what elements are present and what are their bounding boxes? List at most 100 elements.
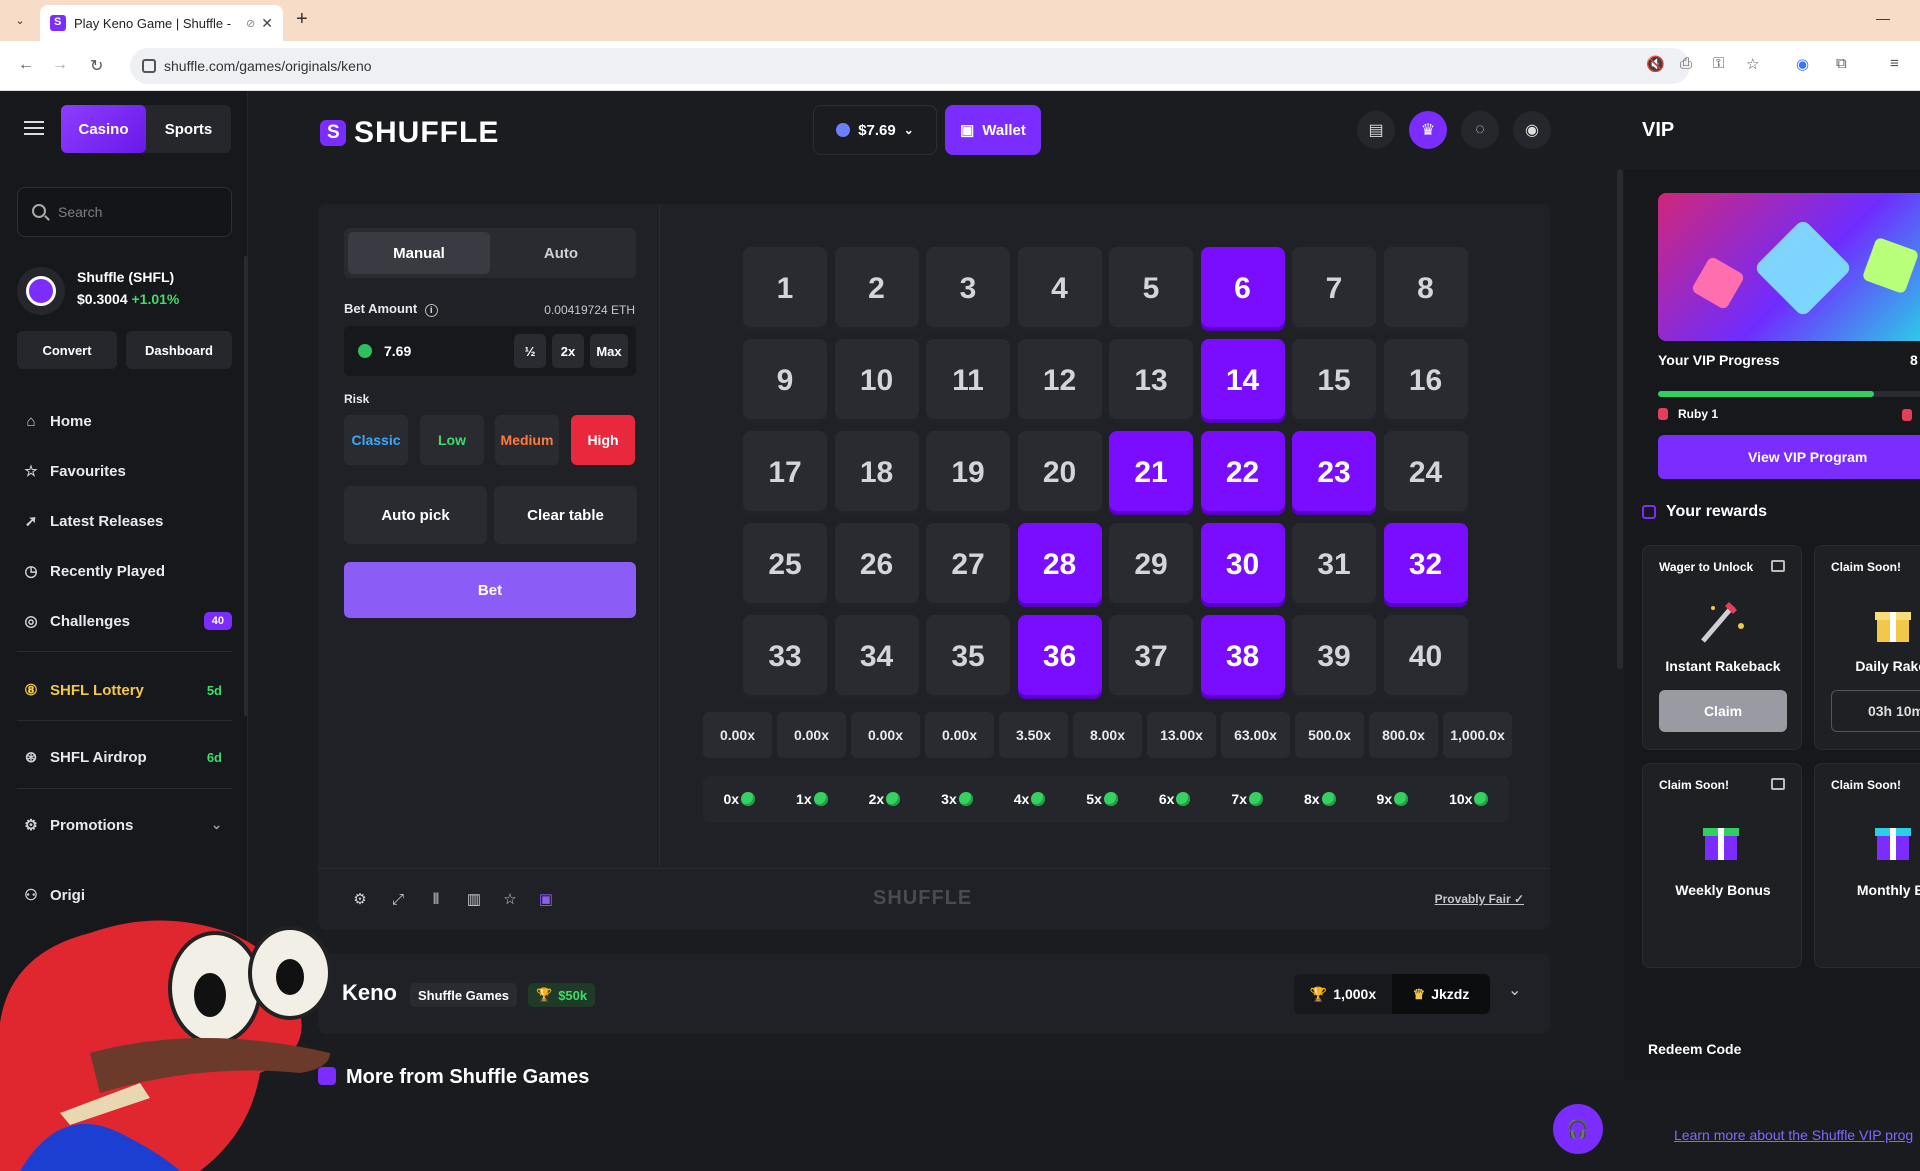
sidebar-item-favourites[interactable]: ☆ Favourites (22, 453, 232, 489)
keno-tile-5[interactable]: 5 (1109, 247, 1193, 331)
sidebar-item-challenges[interactable]: ◎ Challenges 40 (22, 603, 232, 639)
bookmark-star-icon[interactable]: ☆ (1746, 55, 1759, 73)
info-icon[interactable]: i (424, 304, 438, 317)
keno-tile-34[interactable]: 34 (834, 615, 919, 699)
risk-high-button[interactable]: High (571, 415, 635, 465)
dashboard-button[interactable]: Dashboard (126, 331, 232, 369)
tab-auto[interactable]: Auto (490, 232, 632, 274)
extensions-puzzle-icon[interactable]: ⧉ (1836, 55, 1847, 72)
keno-tile-21[interactable]: 21 (1109, 431, 1193, 515)
extension-icon[interactable]: ◉ (1796, 55, 1809, 73)
hamburger-menu-icon[interactable] (24, 121, 44, 135)
keno-tile-4[interactable]: 4 (1017, 247, 1102, 331)
main-scrollbar[interactable] (1617, 169, 1623, 669)
search-input[interactable]: Search (17, 187, 232, 237)
browser-tab[interactable]: Play Keno Game | Shuffle - ⊘ ✕ (40, 5, 283, 41)
keno-tile-23[interactable]: 23 (1292, 431, 1376, 515)
keno-tile-14[interactable]: 14 (1200, 339, 1285, 423)
keno-tile-6[interactable]: 6 (1200, 247, 1285, 331)
keno-tile-16[interactable]: 16 (1383, 339, 1468, 423)
install-icon[interactable]: ⎙ (1680, 55, 1692, 72)
chevron-down-icon[interactable]: ⌄ (1508, 980, 1521, 1000)
keno-tile-7[interactable]: 7 (1292, 247, 1376, 331)
keno-tile-32[interactable]: 32 (1383, 523, 1468, 607)
theatre-mode-icon[interactable]: ⤢ (388, 889, 408, 909)
wallet-button[interactable]: ▣ Wallet (945, 105, 1041, 155)
sidebar-item-latest-releases[interactable]: ➚ Latest Releases (22, 503, 232, 539)
keno-tile-39[interactable]: 39 (1292, 615, 1376, 699)
keno-tile-38[interactable]: 38 (1200, 615, 1285, 699)
convert-button[interactable]: Convert (17, 331, 117, 369)
half-bet-button[interactable]: ½ (514, 334, 546, 368)
claim-button[interactable]: Claim (1659, 690, 1787, 732)
countdown-button[interactable]: 03h 10m (1831, 690, 1920, 732)
back-icon[interactable]: ← (18, 56, 34, 74)
casino-tab[interactable]: Casino (61, 105, 146, 153)
learn-more-link[interactable]: Learn more about the Shuffle VIP prog (1674, 1127, 1913, 1143)
vip-crown-icon[interactable]: ♛ (1409, 111, 1447, 149)
mute-icon[interactable]: ⊘ (246, 17, 255, 30)
chat-icon[interactable]: ◌ (1461, 111, 1499, 149)
close-tab-icon[interactable]: ✕ (261, 15, 273, 32)
minimize-icon[interactable]: — (1876, 10, 1890, 26)
sidebar-item-shfl-lottery[interactable]: ⑧ SHFL Lottery 5d (22, 672, 232, 708)
risk-medium-button[interactable]: Medium (495, 415, 559, 465)
favourite-star-icon[interactable]: ☆ (500, 889, 520, 909)
double-bet-button[interactable]: 2x (552, 334, 584, 368)
profile-icon[interactable]: ◉ (1513, 111, 1551, 149)
sidebar-item-home[interactable]: ⌂ Home (22, 403, 232, 439)
keno-tile-8[interactable]: 8 (1383, 247, 1468, 331)
bet-button[interactable]: Bet (344, 562, 636, 618)
reload-icon[interactable]: ↻ (90, 56, 103, 76)
stats-chart-icon[interactable]: ▥ (464, 889, 484, 909)
max-bet-button[interactable]: Max (590, 334, 628, 368)
sidebar-item-promotions[interactable]: ⚙ Promotions ⌄ (22, 807, 232, 843)
keno-tile-22[interactable]: 22 (1200, 431, 1285, 515)
menu-icon[interactable]: ≡ (1890, 55, 1899, 72)
keno-tile-18[interactable]: 18 (834, 431, 919, 515)
forward-icon[interactable]: → (52, 56, 68, 74)
view-vip-program-button[interactable]: View VIP Program (1658, 435, 1920, 479)
betslip-icon[interactable]: ▤ (1357, 111, 1395, 149)
keno-tile-13[interactable]: 13 (1109, 339, 1193, 423)
keno-tile-11[interactable]: 11 (926, 339, 1010, 423)
keno-tile-2[interactable]: 2 (834, 247, 919, 331)
keno-tile-17[interactable]: 17 (743, 431, 827, 515)
keno-tile-24[interactable]: 24 (1383, 431, 1468, 515)
new-tab-icon[interactable]: + (296, 8, 308, 31)
redeem-code-label[interactable]: Redeem Code (1648, 1041, 1741, 1057)
keno-tile-26[interactable]: 26 (834, 523, 919, 607)
keno-tile-10[interactable]: 10 (834, 339, 919, 423)
tab-list-chevron-icon[interactable]: ⌄ (10, 10, 30, 30)
keno-tile-20[interactable]: 20 (1017, 431, 1102, 515)
auto-pick-button[interactable]: Auto pick (344, 486, 487, 544)
clear-table-button[interactable]: Clear table (494, 486, 637, 544)
site-info-icon[interactable] (142, 59, 156, 73)
keno-tile-29[interactable]: 29 (1109, 523, 1193, 607)
key-icon[interactable]: ⚿ (1713, 55, 1724, 72)
chevron-down-icon[interactable]: ⌄ (211, 817, 222, 833)
provider-tag[interactable]: Shuffle Games (410, 983, 518, 1007)
keno-tile-37[interactable]: 37 (1109, 615, 1193, 699)
sports-tab[interactable]: Sports (146, 105, 231, 153)
keno-tile-30[interactable]: 30 (1200, 523, 1285, 607)
keno-tile-25[interactable]: 25 (743, 523, 827, 607)
keno-tile-15[interactable]: 15 (1292, 339, 1376, 423)
risk-classic-button[interactable]: Classic (344, 415, 408, 465)
tab-manual[interactable]: Manual (348, 232, 490, 274)
live-stats-icon[interactable]: ⫴ (426, 889, 446, 909)
settings-icon[interactable]: ⚙ (350, 889, 370, 909)
bet-amount-input[interactable]: 7.69 ½ 2x Max (344, 326, 636, 376)
keno-tile-35[interactable]: 35 (926, 615, 1010, 699)
risk-low-button[interactable]: Low (420, 415, 484, 465)
keno-tile-36[interactable]: 36 (1017, 615, 1102, 699)
keno-tile-12[interactable]: 12 (1017, 339, 1102, 423)
sidebar-item-recently-played[interactable]: ◷ Recently Played (22, 553, 232, 589)
keno-tile-9[interactable]: 9 (743, 339, 827, 423)
vault-icon[interactable]: ▣ (536, 889, 556, 909)
keno-tile-3[interactable]: 3 (926, 247, 1010, 331)
keno-tile-40[interactable]: 40 (1383, 615, 1468, 699)
keno-tile-1[interactable]: 1 (743, 247, 827, 331)
keno-tile-28[interactable]: 28 (1017, 523, 1102, 607)
provably-fair-link[interactable]: Provably Fair ✓ (1435, 892, 1524, 906)
